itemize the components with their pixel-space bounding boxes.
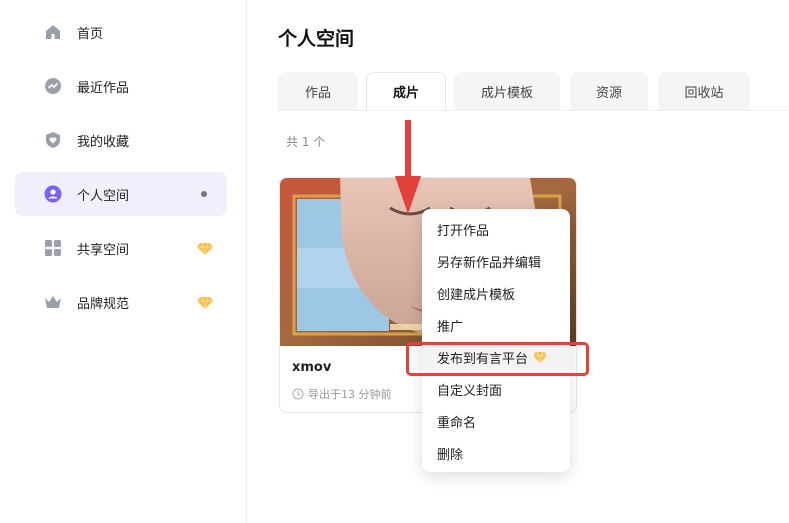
sidebar-item-label: 品牌规范: [77, 296, 130, 312]
diamond-icon: [196, 295, 214, 310]
tab-resources[interactable]: 资源: [570, 72, 648, 110]
sidebar-item-shared-space[interactable]: 共享空间: [15, 226, 227, 270]
tab-recycle-bin[interactable]: 回收站: [658, 72, 750, 110]
more-dot-icon[interactable]: [201, 191, 207, 197]
sidebar-item-label: 共享空间: [77, 242, 130, 258]
home-icon: [43, 22, 63, 42]
grid-icon: [43, 238, 63, 258]
menu-publish-to-platform[interactable]: 发布到有言平台: [422, 341, 570, 373]
recent-icon: [43, 76, 63, 96]
tab-works[interactable]: 作品: [278, 72, 358, 110]
menu-save-as-new-and-edit[interactable]: 另存新作品并编辑: [422, 245, 570, 277]
tab-finished[interactable]: 成片: [366, 72, 446, 110]
sidebar-item-brand-guidelines[interactable]: 品牌规范: [15, 280, 227, 324]
export-time: 导出于13 分钟前: [308, 388, 392, 401]
diamond-icon: [532, 351, 548, 364]
context-menu: 打开作品 另存新作品并编辑 创建成片模板 推广 发布到有言平台 自定义封面 重命…: [422, 209, 570, 472]
clock-icon: [292, 388, 304, 400]
sidebar-item-favorites[interactable]: 我的收藏: [15, 118, 227, 162]
menu-rename[interactable]: 重命名: [422, 405, 570, 437]
menu-custom-cover[interactable]: 自定义封面: [422, 373, 570, 405]
crown-icon: [43, 292, 63, 312]
tabs-divider: [278, 110, 789, 111]
diamond-icon: [196, 241, 214, 256]
tab-finished-templates[interactable]: 成片模板: [454, 72, 560, 110]
sidebar-item-home[interactable]: 首页: [15, 10, 227, 54]
sidebar-item-label: 首页: [77, 26, 104, 42]
sidebar-item-label: 最近作品: [77, 80, 130, 96]
sidebar-item-personal-space[interactable]: 个人空间: [15, 172, 227, 216]
page-title: 个人空间: [278, 28, 355, 50]
user-icon: [43, 184, 63, 204]
card-meta: 导出于13 分钟前: [292, 386, 392, 402]
menu-item-label: 发布到有言平台: [437, 351, 529, 367]
menu-delete[interactable]: 删除: [422, 437, 570, 469]
sidebar-item-label: 个人空间: [77, 188, 130, 204]
sidebar-item-label: 我的收藏: [77, 134, 130, 150]
card-title: xmov: [292, 360, 332, 375]
menu-open-work[interactable]: 打开作品: [422, 213, 570, 245]
item-count: 共 1 个: [286, 135, 326, 149]
favorite-icon: [43, 130, 63, 150]
sidebar: 首页 最近作品 我的收藏 个人空间 共享空间 品牌规范: [0, 0, 247, 523]
menu-promote[interactable]: 推广: [422, 309, 570, 341]
sidebar-item-recent[interactable]: 最近作品: [15, 64, 227, 108]
menu-create-template[interactable]: 创建成片模板: [422, 277, 570, 309]
